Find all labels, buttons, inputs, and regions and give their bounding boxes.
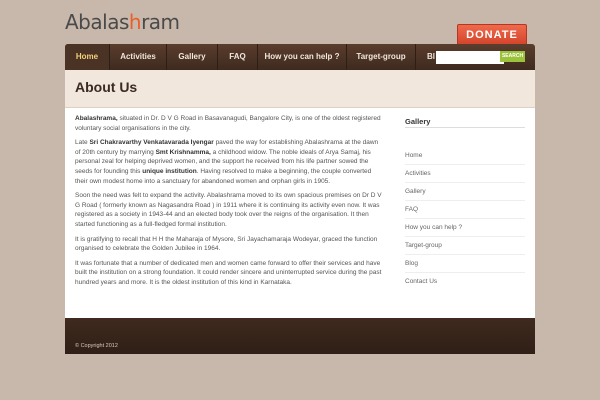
- donate-button[interactable]: DONATE: [457, 24, 527, 46]
- cofounder-name-bold: Smt Krishnamma,: [155, 148, 211, 156]
- about-content: Abalashrama, situated in Dr. D V G Road …: [75, 114, 385, 293]
- page-title: About Us: [75, 79, 138, 95]
- logo-text-end: ram: [141, 10, 180, 34]
- sidebar-divider: [405, 272, 525, 273]
- sidebar-divider: [405, 182, 525, 183]
- sidebar-title-divider: [405, 127, 525, 128]
- sidebar-link-target-group[interactable]: Target-group: [405, 242, 442, 252]
- sidebar-link-activities[interactable]: Activities: [405, 170, 431, 180]
- nav-item-home[interactable]: Home: [65, 44, 110, 70]
- search-button[interactable]: SEARCH: [500, 51, 525, 62]
- sidebar-divider: [405, 200, 525, 201]
- paragraph-intro: Abalashrama, situated in Dr. D V G Road …: [75, 114, 385, 133]
- copyright-text: © Copyright 2012: [75, 343, 118, 349]
- paragraph-jubilee: It is gratifying to recall that H H the …: [75, 235, 378, 253]
- sidebar-divider: [405, 218, 525, 219]
- logo-text-start: Abalas: [65, 10, 129, 34]
- sidebar-link-gallery[interactable]: Gallery: [405, 188, 426, 198]
- logo-text-accent: h: [128, 10, 142, 34]
- paragraph-expansion: Soon the need was felt to expand the act…: [75, 192, 382, 228]
- unique-institution-bold: unique institution: [142, 167, 197, 175]
- nav-item-faq[interactable]: FAQ: [218, 44, 258, 70]
- site-logo[interactable]: Abalashram: [65, 10, 180, 34]
- text-fragment: Late: [75, 139, 90, 147]
- nav-item-gallery[interactable]: Gallery: [167, 44, 218, 70]
- sidebar-link-blog[interactable]: Blog: [405, 260, 418, 270]
- sidebar-link-faq[interactable]: FAQ: [405, 206, 418, 216]
- site-footer: [65, 318, 535, 354]
- sidebar-link-home[interactable]: Home: [405, 152, 422, 162]
- sidebar-link-contact-us[interactable]: Contact Us: [405, 278, 437, 288]
- paragraph-dedication: It was fortunate that a number of dedica…: [75, 259, 382, 286]
- sidebar-divider: [405, 164, 525, 165]
- sidebar-divider: [405, 236, 525, 237]
- search-input[interactable]: [436, 51, 504, 64]
- nav-item-activities[interactable]: Activities: [110, 44, 167, 70]
- sidebar-title: Gallery: [405, 117, 431, 126]
- nav-item-how-you-can-help[interactable]: How you can help ?: [258, 44, 347, 70]
- founder-name-bold: Sri Chakravarthy Venkatavarada Iyengar: [89, 139, 214, 147]
- sidebar-link-how-you-can-help[interactable]: How you can help ?: [405, 224, 462, 234]
- org-name-bold: Abalashrama,: [75, 115, 118, 122]
- sidebar-divider: [405, 254, 525, 255]
- paragraph-intro-text: situated in Dr. D V G Road in Basavanagu…: [75, 115, 381, 132]
- nav-item-target-group[interactable]: Target-group: [347, 44, 416, 70]
- paragraph-founding: Late Sri Chakravarthy Venkatavarada Iyen…: [75, 138, 385, 186]
